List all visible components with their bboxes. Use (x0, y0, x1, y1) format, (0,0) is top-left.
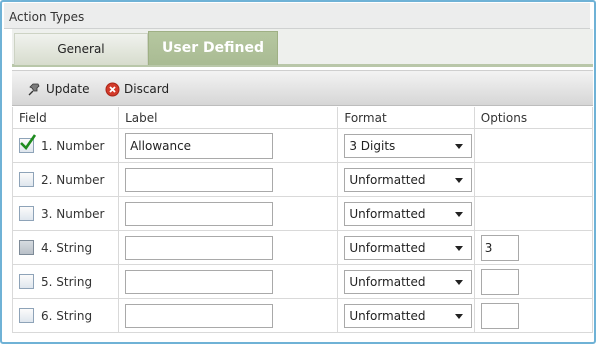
action-types-panel: Action Types General User Defined Update… (0, 0, 596, 344)
format-value: Unformatted (349, 274, 426, 289)
field-checkbox[interactable] (19, 172, 34, 187)
tab-user-defined[interactable]: User Defined (148, 31, 278, 65)
field-name: 5. String (41, 274, 93, 289)
chevron-down-icon (455, 177, 464, 183)
fields-table: Field Label Format Options 1. Number 3 D… (11, 107, 594, 333)
pin-icon (28, 83, 40, 96)
table-row: 5. String Unformatted (11, 264, 594, 299)
options-cell (473, 162, 594, 197)
field-name: 6. String (41, 308, 93, 323)
tab-general[interactable]: General (14, 33, 148, 65)
options-input[interactable] (480, 302, 519, 329)
tab-strip: General User Defined (12, 29, 593, 67)
table-header-row: Field Label Format Options (11, 107, 594, 129)
chevron-down-icon (455, 279, 464, 285)
label-input[interactable] (125, 167, 274, 192)
panel-header: Action Types (4, 3, 590, 29)
format-select[interactable]: Unformatted (344, 167, 473, 192)
chevron-down-icon (455, 143, 464, 149)
column-header-format: Format (337, 107, 475, 129)
toolbar: Update Discard (12, 70, 593, 106)
format-select[interactable]: Unformatted (344, 201, 473, 226)
update-label: Update (46, 82, 90, 96)
table-row: 1. Number 3 Digits (11, 128, 594, 163)
label-input[interactable] (125, 303, 274, 328)
table-row: 2. Number Unformatted (11, 162, 594, 197)
format-value: Unformatted (349, 240, 426, 255)
label-input[interactable] (125, 132, 274, 159)
field-checkbox[interactable] (19, 134, 37, 153)
options-cell (473, 128, 594, 163)
discard-button[interactable]: Discard (105, 80, 169, 98)
field-checkbox[interactable] (19, 308, 34, 323)
field-name: 2. Number (41, 172, 105, 187)
column-header-field: Field (11, 107, 120, 129)
chevron-down-icon (455, 211, 464, 217)
chevron-down-icon (455, 313, 464, 319)
label-input[interactable] (125, 201, 274, 226)
options-cell (473, 196, 594, 231)
field-name: 1. Number (41, 138, 105, 153)
options-input[interactable] (480, 234, 519, 261)
table-row: 3. Number Unformatted (11, 196, 594, 231)
format-select[interactable]: 3 Digits (344, 133, 473, 158)
format-value: Unformatted (349, 172, 426, 187)
format-select[interactable]: Unformatted (344, 235, 473, 260)
chevron-down-icon (455, 245, 464, 251)
field-checkbox[interactable] (19, 206, 34, 221)
table-row: 6. String Unformatted (11, 298, 594, 333)
discard-icon (105, 82, 120, 96)
format-value: Unformatted (349, 308, 426, 323)
field-name: 3. Number (41, 206, 105, 221)
label-input[interactable] (125, 235, 274, 260)
options-input[interactable] (480, 268, 519, 295)
checkmark-icon (20, 134, 37, 151)
update-button[interactable]: Update (26, 80, 89, 98)
format-select[interactable]: Unformatted (344, 303, 473, 328)
format-value: 3 Digits (349, 138, 396, 153)
table-row: 4. String Unformatted (11, 230, 594, 265)
column-header-label: Label (118, 107, 339, 129)
field-name: 4. String (41, 240, 93, 255)
label-input[interactable] (125, 269, 274, 294)
column-header-options: Options (473, 107, 594, 129)
field-checkbox[interactable] (19, 274, 34, 289)
panel-title: Action Types (9, 10, 85, 24)
format-value: Unformatted (349, 206, 426, 221)
format-select[interactable]: Unformatted (344, 269, 473, 294)
discard-label: Discard (124, 82, 170, 96)
field-checkbox[interactable] (19, 240, 34, 255)
